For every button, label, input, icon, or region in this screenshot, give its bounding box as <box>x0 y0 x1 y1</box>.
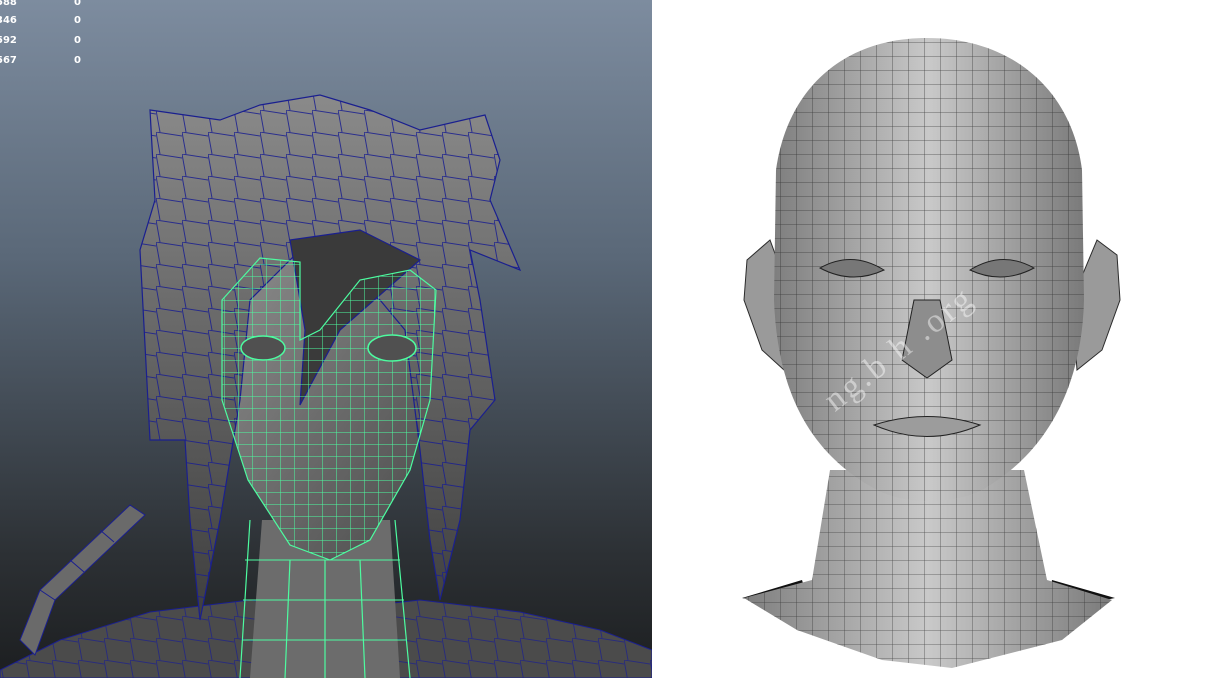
stat-value: 0 <box>74 55 81 66</box>
right-eye <box>367 334 417 362</box>
stats-hud: 588 0 346 0 592 0 567 0 <box>0 0 120 70</box>
stat-row: 592 0 <box>0 31 120 51</box>
stat-value: 0 <box>74 15 81 26</box>
modeling-viewport[interactable]: 588 0 346 0 592 0 567 0 <box>0 0 652 678</box>
left-eye <box>240 335 286 361</box>
stat-row: 567 0 <box>0 51 120 71</box>
stat-label: 567 <box>0 55 17 66</box>
stat-label: 592 <box>0 35 17 46</box>
stat-value: 0 <box>74 35 81 46</box>
stat-row: 346 0 <box>0 11 120 31</box>
stat-label: 346 <box>0 15 17 26</box>
character-mesh[interactable] <box>0 0 652 678</box>
